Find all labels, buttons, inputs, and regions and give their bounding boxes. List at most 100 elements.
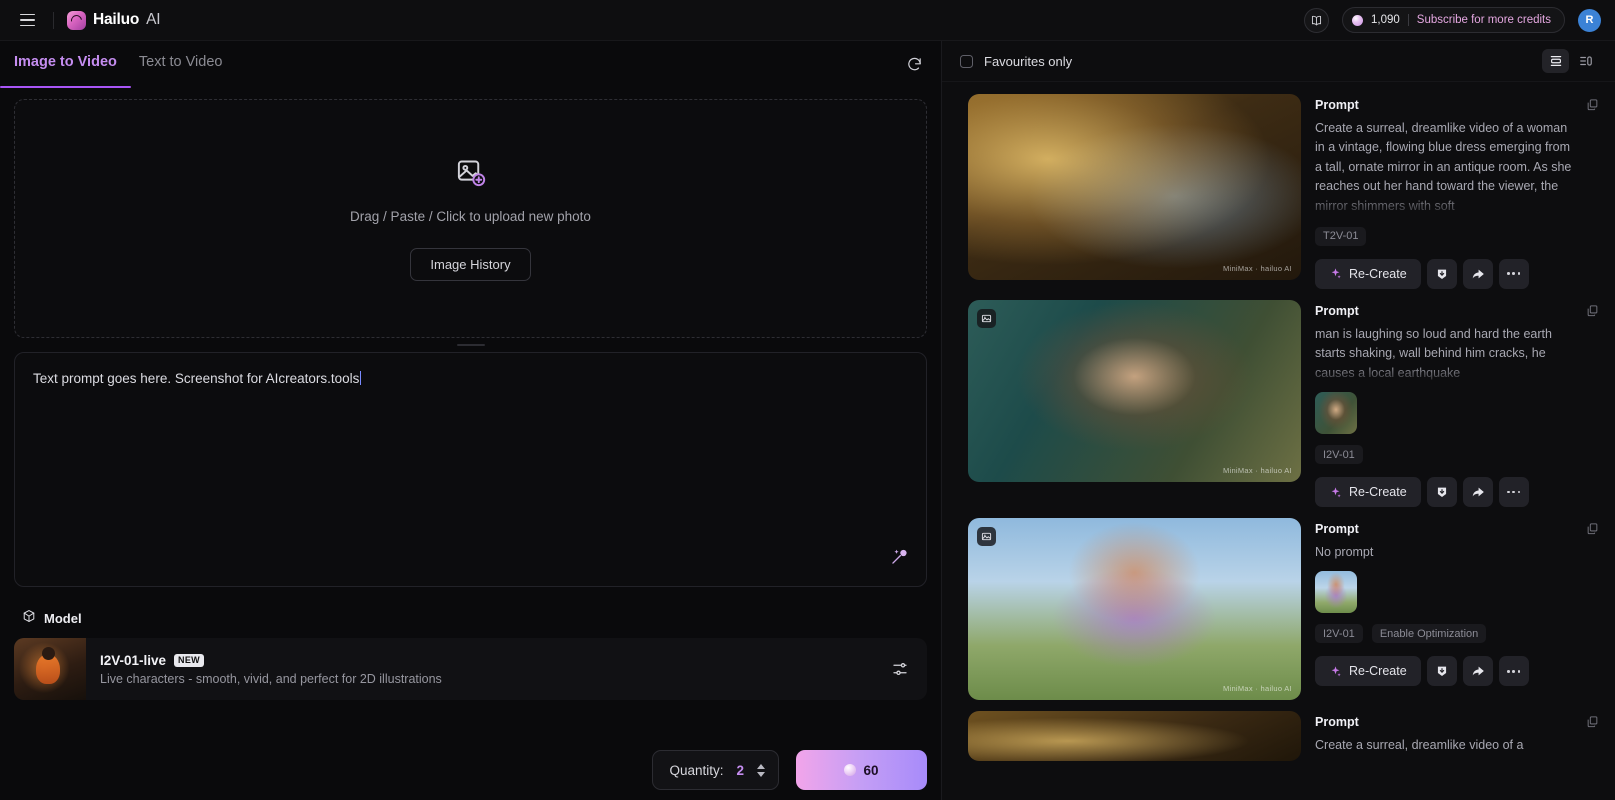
left-panel: Image to Video Text to Video Drag / Past…: [0, 41, 941, 800]
credit-gem-icon: [844, 764, 857, 776]
recreate-button[interactable]: Re-Create: [1315, 656, 1421, 687]
reference-image-thumbnail[interactable]: [1315, 571, 1357, 614]
prompt-label: Prompt: [1315, 303, 1359, 318]
magic-wand-icon[interactable]: [889, 546, 910, 572]
download-button[interactable]: [1426, 258, 1457, 289]
model-name: I2V-01-live: [100, 652, 167, 668]
card-prompt-text: man is laughing so loud and hard the ear…: [1315, 326, 1552, 380]
model-description: Live characters - smooth, vivid, and per…: [100, 671, 442, 686]
user-avatar[interactable]: R: [1578, 8, 1601, 32]
favourites-label: Favourites only: [984, 53, 1073, 69]
card-actions: Re-Create: [1315, 258, 1599, 289]
text-caret: [360, 371, 362, 385]
history-card: MiniMax · hailuo AI Prompt man is laughi…: [942, 299, 1615, 507]
image-source-icon: [977, 308, 996, 328]
model-info: I2V-01-live NEW Live characters - smooth…: [100, 653, 873, 686]
history-card: MiniMax · hailuo AI Prompt No prompt I2V…: [942, 518, 1615, 700]
more-options-button[interactable]: [1498, 258, 1529, 289]
copy-icon[interactable]: [1586, 304, 1599, 322]
prompt-value: Text prompt goes here. Screenshot for AI…: [33, 371, 360, 386]
quantity-increment-icon[interactable]: [757, 763, 765, 769]
card-view-icon[interactable]: [1542, 49, 1569, 73]
credits-amount: 1,090: [1371, 14, 1400, 26]
copy-icon[interactable]: [1586, 715, 1599, 733]
card-body: Prompt No prompt I2V-01 Enable Optimizat…: [1315, 518, 1599, 700]
reference-image-thumbnail[interactable]: [1315, 392, 1357, 434]
more-options-button[interactable]: [1498, 656, 1529, 687]
sliders-icon[interactable]: [887, 656, 913, 682]
quantity-stepper[interactable]: Quantity: 2: [652, 750, 779, 790]
more-options-button[interactable]: [1498, 477, 1529, 507]
watermark: MiniMax · hailuo AI: [1223, 684, 1292, 693]
main-body: Image to Video Text to Video Drag / Past…: [0, 41, 1615, 800]
credits-pill[interactable]: 1,090 Subscribe for more credits: [1342, 7, 1565, 33]
history-panel-header: Favourites only: [942, 41, 1615, 82]
model-section-label: Model: [44, 611, 82, 626]
sparkle-icon: [1331, 268, 1341, 279]
watermark-text: MiniMax · hailuo AI: [1222, 264, 1292, 273]
prompt-textarea[interactable]: Text prompt goes here. Screenshot for AI…: [14, 352, 927, 587]
recreate-label: Re-Create: [1349, 266, 1407, 281]
card-tags: T2V-01: [1315, 226, 1599, 246]
download-button[interactable]: [1426, 477, 1457, 507]
card-body: Prompt Create a surreal, dreamlike video…: [1315, 711, 1599, 761]
model-new-badge: NEW: [174, 653, 204, 667]
prompt-label: Prompt: [1315, 98, 1359, 112]
recreate-label: Re-Create: [1349, 664, 1407, 679]
favourites-only-toggle[interactable]: Favourites only: [960, 54, 1072, 69]
dropzone-hint: Drag / Paste / Click to upload new photo: [350, 208, 591, 224]
card-body: Prompt Create a surreal, dreamlike video…: [1315, 94, 1599, 289]
cube-icon: [22, 609, 36, 628]
sparkle-icon: [1331, 666, 1341, 677]
watermark-text: MiniMax · hailuo AI: [1222, 684, 1292, 693]
view-toggle-group: [1542, 49, 1599, 73]
history-card: MiniMax · hailuo AI Prompt Create a surr…: [942, 94, 1615, 289]
copy-icon[interactable]: [1586, 522, 1599, 540]
credit-gem-icon: [1352, 14, 1363, 26]
recreate-button[interactable]: Re-Create: [1315, 258, 1421, 289]
model-card[interactable]: I2V-01-live NEW Live characters - smooth…: [14, 638, 927, 700]
refresh-icon[interactable]: [901, 51, 927, 77]
model-section-header: Model: [22, 609, 927, 628]
video-thumbnail[interactable]: MiniMax · hailuo AI: [968, 299, 1301, 482]
recreate-button[interactable]: Re-Create: [1315, 477, 1421, 507]
optimization-tag: Enable Optimization: [1371, 624, 1487, 644]
download-button[interactable]: [1426, 656, 1457, 687]
book-icon[interactable]: [1304, 7, 1329, 33]
more-dots-icon: [1506, 669, 1521, 673]
video-thumbnail[interactable]: [968, 711, 1301, 761]
model-tag: I2V-01: [1315, 445, 1363, 464]
copy-icon[interactable]: [1586, 98, 1599, 116]
image-add-icon: [455, 157, 486, 193]
tab-image-to-video[interactable]: Image to Video: [0, 54, 131, 88]
top-bar: Hailuo AI 1,090 Subscribe for more credi…: [0, 0, 1615, 41]
share-button[interactable]: [1462, 477, 1493, 507]
share-button[interactable]: [1462, 656, 1493, 687]
video-thumbnail[interactable]: MiniMax · hailuo AI: [968, 518, 1301, 700]
panel-resize-handle[interactable]: [14, 338, 927, 352]
image-dropzone[interactable]: Drag / Paste / Click to upload new photo…: [14, 99, 927, 338]
subscribe-link[interactable]: Subscribe for more credits: [1417, 14, 1551, 26]
share-button[interactable]: [1462, 258, 1493, 289]
history-panel: Favourites only MiniMax · hailuo AI Prom…: [941, 41, 1615, 800]
video-thumbnail[interactable]: MiniMax · hailuo AI: [968, 94, 1301, 280]
image-source-icon: [977, 527, 996, 546]
credits-divider: [1407, 14, 1409, 26]
quantity-decrement-icon[interactable]: [757, 771, 765, 777]
favourites-checkbox[interactable]: [960, 54, 973, 68]
topbar-right-group: 1,090 Subscribe for more credits R: [1304, 7, 1601, 33]
app-root: Hailuo AI 1,090 Subscribe for more credi…: [0, 0, 1615, 800]
list-view-icon[interactable]: [1572, 49, 1599, 73]
history-cards-list[interactable]: MiniMax · hailuo AI Prompt Create a surr…: [942, 82, 1615, 800]
prompt-label: Prompt: [1315, 715, 1359, 729]
generate-cost: 60: [863, 762, 879, 778]
hamburger-menu-icon[interactable]: [14, 7, 40, 33]
image-history-button[interactable]: Image History: [410, 247, 531, 281]
model-tag: I2V-01: [1315, 624, 1363, 644]
generate-button[interactable]: 60: [796, 750, 927, 790]
brand-logo-link[interactable]: Hailuo AI: [67, 10, 161, 30]
brand-suffix: AI: [146, 11, 161, 28]
tab-text-to-video[interactable]: Text to Video: [139, 54, 223, 84]
hailuo-logo-icon: [67, 10, 86, 30]
card-actions: Re-Create: [1315, 477, 1599, 507]
